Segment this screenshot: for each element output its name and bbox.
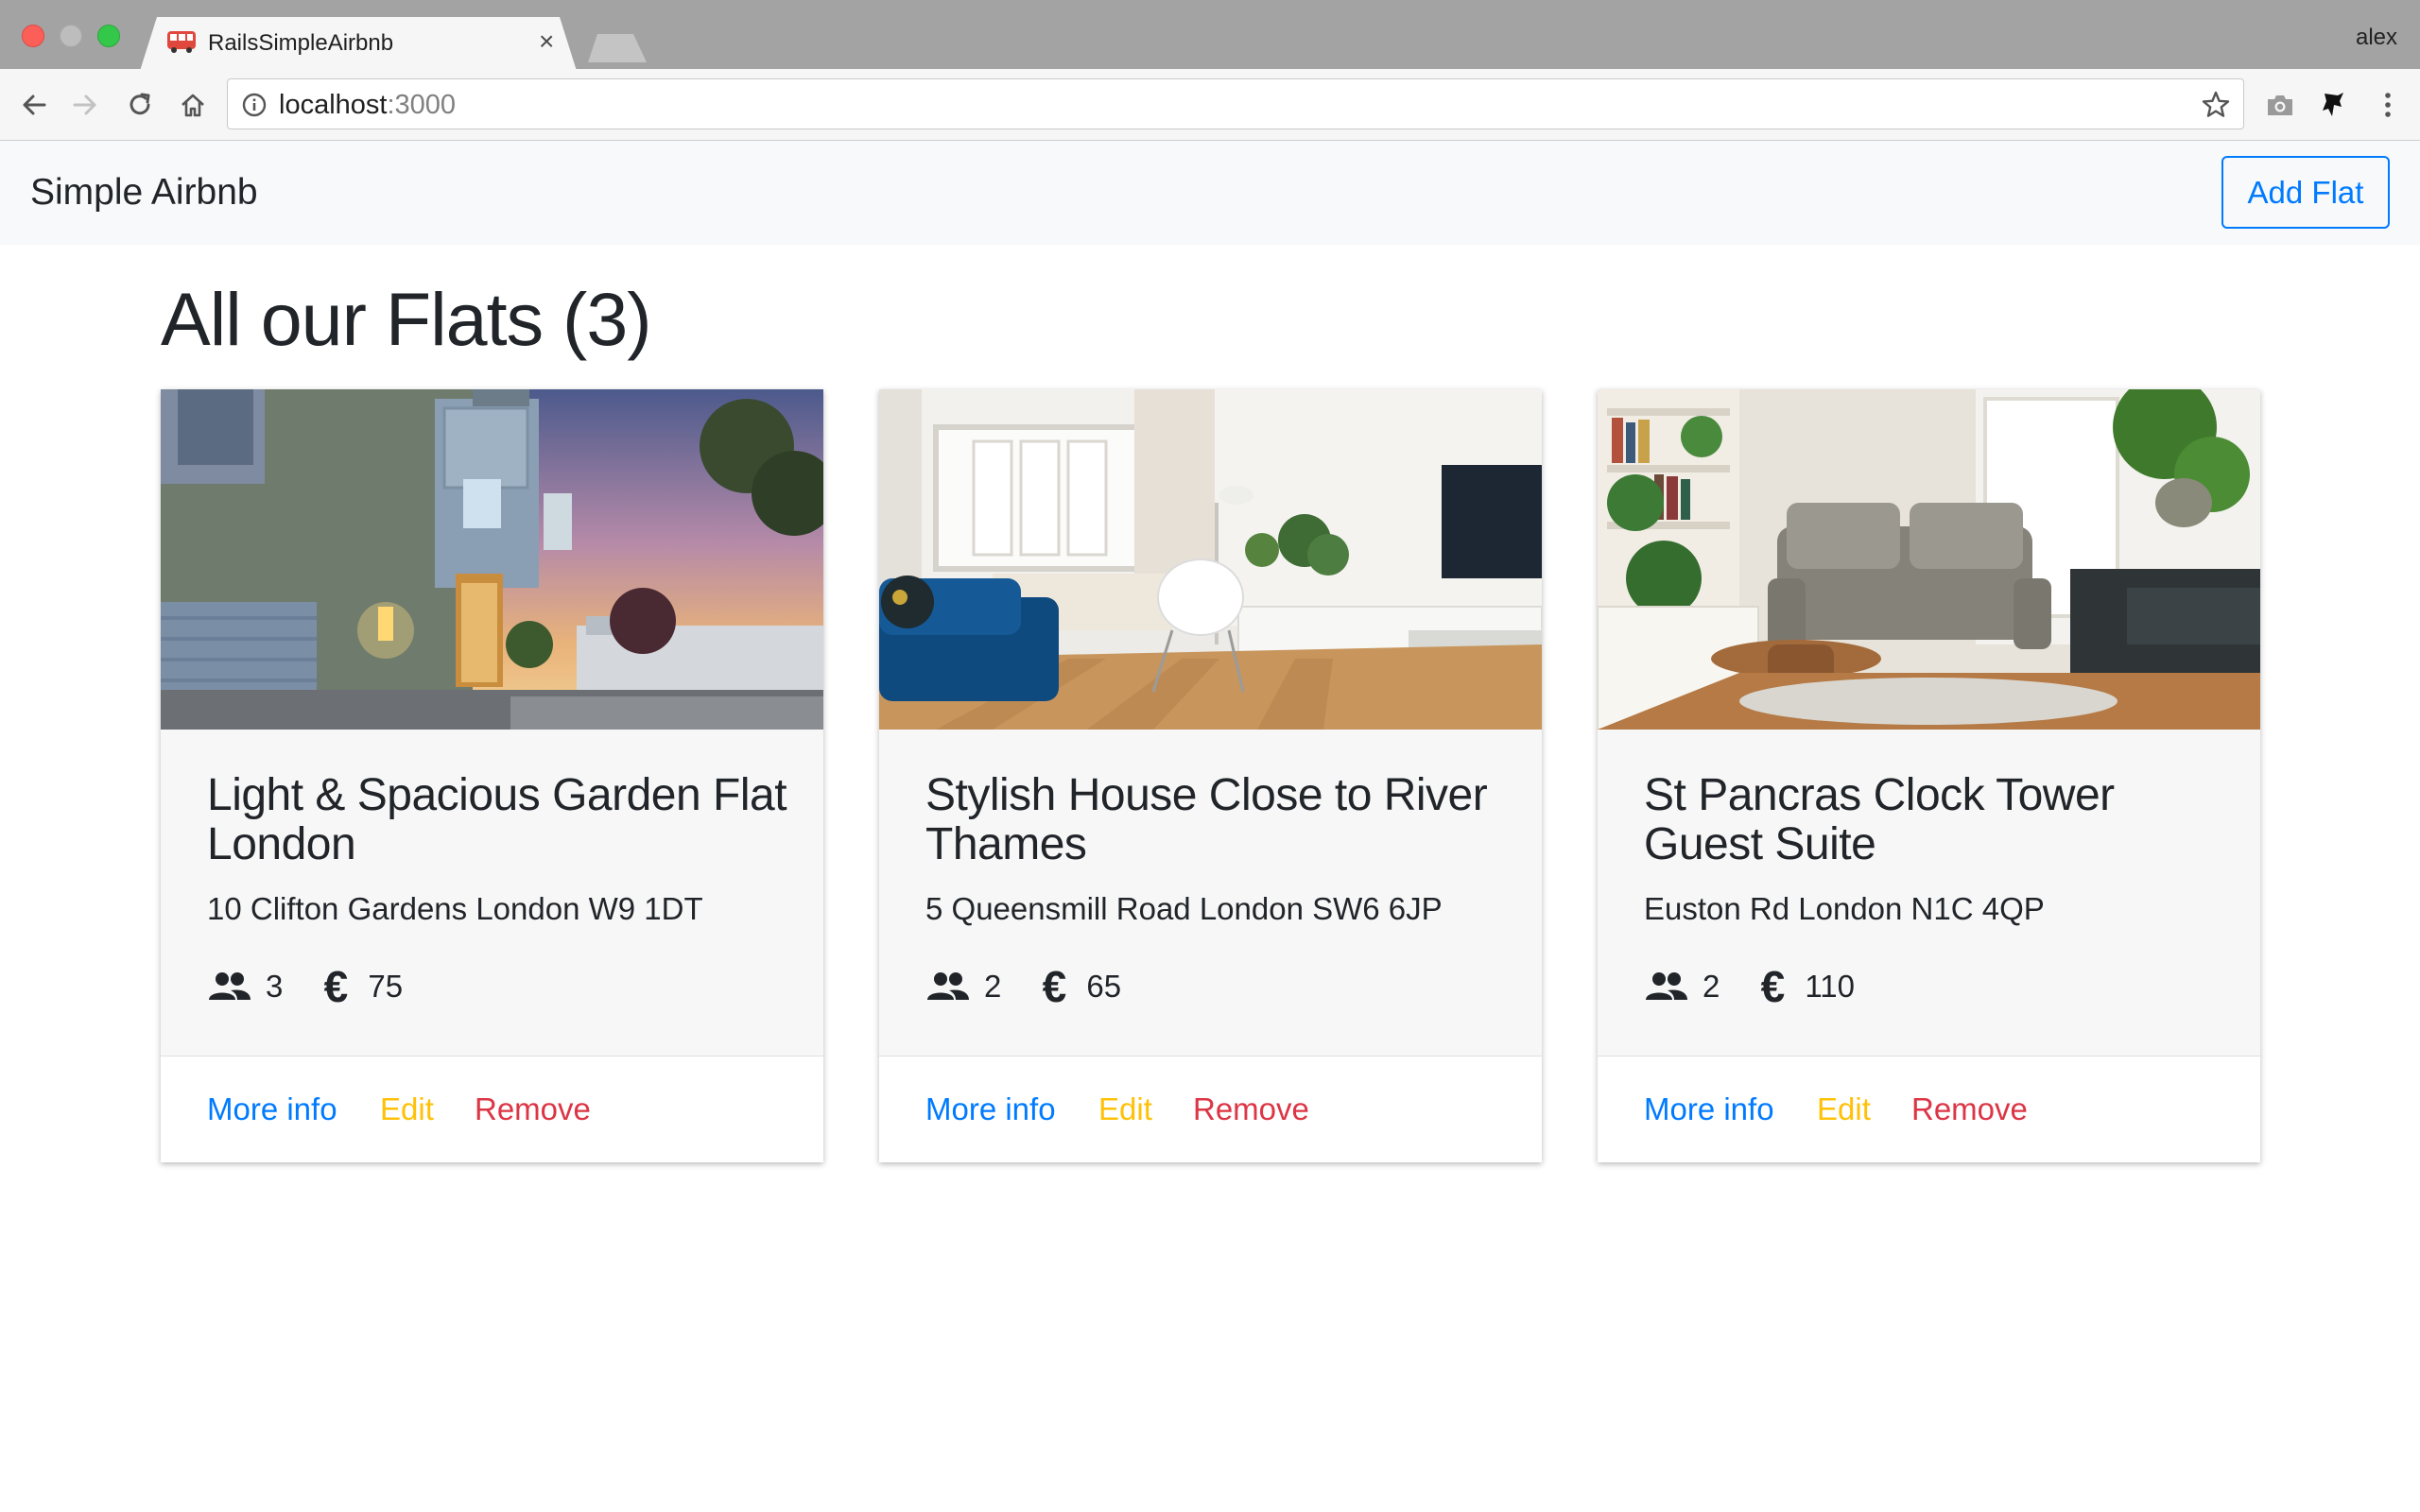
maximize-window-button[interactable] xyxy=(97,25,120,47)
flat-card: Stylish House Close to River Thames 5 Qu… xyxy=(879,389,1542,1162)
bus-favicon-icon xyxy=(167,31,196,53)
minimize-window-button[interactable] xyxy=(60,25,82,47)
reload-icon[interactable] xyxy=(121,86,159,124)
euro-icon: € xyxy=(1042,962,1067,1011)
tab-title: RailsSimpleAirbnb xyxy=(208,30,394,56)
flat-image-living-room[interactable] xyxy=(879,389,1542,730)
remove-link[interactable]: Remove xyxy=(1193,1091,1309,1128)
price-value: 110 xyxy=(1805,969,1855,1004)
extension-icon[interactable] xyxy=(2314,86,2352,124)
edit-link[interactable]: Edit xyxy=(1098,1091,1152,1128)
brand-link[interactable]: Simple Airbnb xyxy=(30,169,258,216)
page-title: All our Flats (3) xyxy=(161,277,652,361)
flat-stats: 2 € 110 xyxy=(1644,962,1889,1011)
flat-address: Euston Rd London N1C 4QP xyxy=(1644,891,2045,926)
kebab-menu-icon[interactable] xyxy=(2369,86,2407,124)
more-info-link[interactable]: More info xyxy=(1644,1091,1774,1128)
remove-link[interactable]: Remove xyxy=(1911,1091,2028,1128)
back-arrow-icon[interactable] xyxy=(15,86,53,124)
euro-icon: € xyxy=(323,962,349,1011)
card-footer: More info Edit Remove xyxy=(879,1056,1542,1162)
more-info-link[interactable]: More info xyxy=(207,1091,337,1128)
euro-icon: € xyxy=(1760,962,1786,1011)
camera-extension-icon[interactable] xyxy=(2261,86,2299,124)
price-value: 75 xyxy=(368,969,404,1004)
url-text[interactable]: localhost:3000 xyxy=(279,89,456,121)
card-footer: More info Edit Remove xyxy=(1598,1056,2260,1162)
guest-count: 3 xyxy=(266,969,284,1004)
add-flat-button[interactable]: Add Flat xyxy=(2221,156,2390,229)
app-navbar: Simple Airbnb Add Flat xyxy=(0,141,2420,245)
browser-toolbar: localhost:3000 xyxy=(0,69,2420,141)
remove-link[interactable]: Remove xyxy=(475,1091,591,1128)
tab-close-icon[interactable]: × xyxy=(539,26,554,57)
home-icon[interactable] xyxy=(174,86,212,124)
price-value: 65 xyxy=(1086,969,1122,1004)
bookmark-star-icon[interactable] xyxy=(2200,89,2232,121)
people-icon xyxy=(925,968,971,1005)
edit-link[interactable]: Edit xyxy=(1817,1091,1871,1128)
url-port: :3000 xyxy=(387,90,457,120)
browser-titlebar: RailsSimpleAirbnb × alex xyxy=(0,0,2420,69)
flat-image-plants-living-room[interactable] xyxy=(1598,389,2260,730)
address-bar[interactable]: localhost:3000 xyxy=(227,78,2244,129)
more-info-link[interactable]: More info xyxy=(925,1091,1056,1128)
flat-address: 10 Clifton Gardens London W9 1DT xyxy=(207,891,703,926)
people-icon xyxy=(207,968,252,1005)
flat-card: St Pancras Clock Tower Guest Suite Eusto… xyxy=(1598,389,2260,1162)
flat-title: Stylish House Close to River Thames xyxy=(925,770,1488,869)
info-icon[interactable] xyxy=(241,92,268,118)
new-tab-button[interactable] xyxy=(588,34,647,62)
forward-arrow-icon[interactable] xyxy=(66,86,104,124)
people-icon xyxy=(1644,968,1689,1005)
edit-link[interactable]: Edit xyxy=(380,1091,434,1128)
url-host: localhost xyxy=(279,90,388,120)
flat-card: Light & Spacious Garden Flat London 10 C… xyxy=(161,389,823,1162)
flat-stats: 2 € 65 xyxy=(925,962,1155,1011)
flat-address: 5 Queensmill Road London SW6 6JP xyxy=(925,891,1443,926)
card-footer: More info Edit Remove xyxy=(161,1056,823,1162)
flat-title: Light & Spacious Garden Flat London xyxy=(207,770,787,869)
flat-title: St Pancras Clock Tower Guest Suite xyxy=(1644,770,2115,869)
flat-image-house-exterior[interactable] xyxy=(161,389,823,730)
guest-count: 2 xyxy=(984,969,1002,1004)
flat-stats: 3 € 75 xyxy=(207,962,437,1011)
profile-name[interactable]: alex xyxy=(2356,23,2397,53)
guest-count: 2 xyxy=(1703,969,1720,1004)
close-window-button[interactable] xyxy=(22,25,44,47)
